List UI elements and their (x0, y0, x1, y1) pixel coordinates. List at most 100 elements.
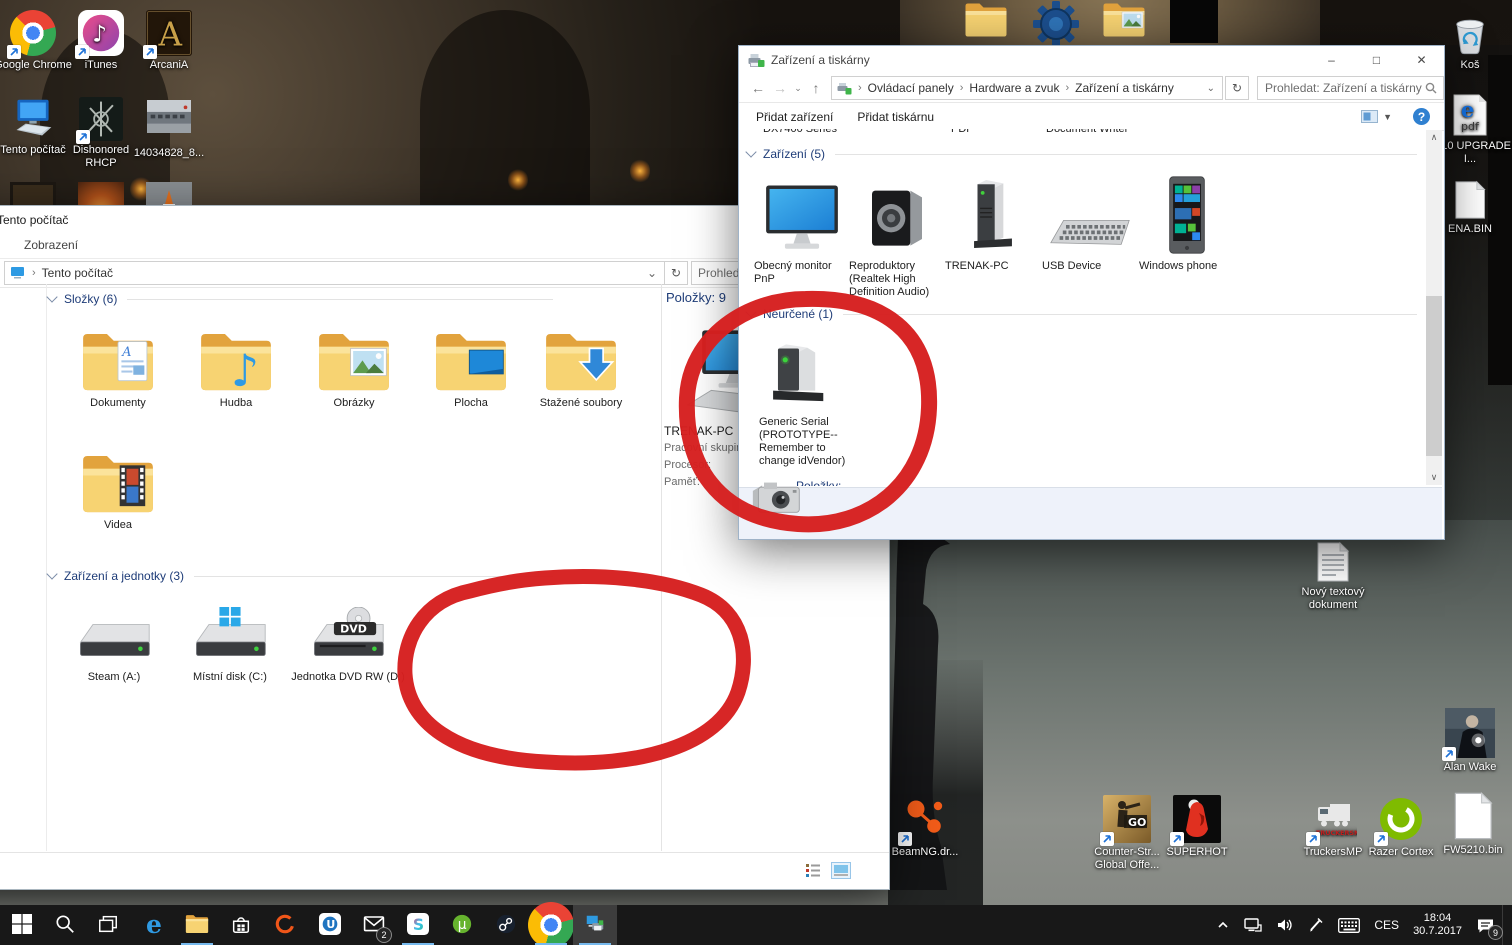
help-icon[interactable]: ? (1413, 108, 1430, 125)
forward-button[interactable]: → (769, 80, 791, 96)
view-options-dropdown-icon[interactable]: ▼ (1383, 112, 1392, 122)
folder-item-obr-zky[interactable]: Obrázky (299, 312, 409, 410)
dp-devices-section-title: Zařízení (5) (763, 147, 826, 161)
desktop-icon-folder-plain[interactable] (962, 0, 1010, 44)
folder-item-dokumenty[interactable]: A Dokumenty (63, 312, 173, 410)
dp-address-bar[interactable]: › Ovládací panely › Hardware a zvuk › Za… (831, 76, 1223, 100)
device-item-obecn[interactable]: Obecný monitor PnP (754, 169, 850, 286)
drive-item-steam-a[interactable]: Steam (A:) (57, 604, 171, 684)
device-item-windows[interactable]: Windows phone (1139, 169, 1235, 273)
taskbar-steam-button[interactable] (484, 905, 528, 945)
folder-item-hudba[interactable]: ♪ Hudba (181, 312, 291, 410)
desktop-icon-binfile[interactable]: FW5210.bin (1428, 791, 1512, 857)
taskbar-store-button[interactable] (219, 905, 263, 945)
touch-keyboard-icon[interactable] (1331, 905, 1367, 945)
taskbar-taskview-button[interactable] (86, 905, 130, 945)
maximize-button[interactable]: □ (1354, 46, 1399, 74)
up-button[interactable]: ↑ (805, 80, 827, 96)
folder-item-plocha[interactable]: Plocha (416, 312, 526, 410)
minimize-button[interactable]: – (1309, 46, 1354, 74)
taskbar-search-button[interactable] (43, 905, 87, 945)
add-device-button[interactable]: Přidat zařízení (756, 110, 833, 124)
address-text: Tento počítač (41, 266, 114, 280)
refresh-button[interactable]: ↻ (664, 261, 688, 285)
dp-scrollbar[interactable]: ∧ ∨ (1426, 130, 1442, 485)
folder-icon-folder-desktop (416, 312, 526, 396)
device-item-generic-serial[interactable]: Generic Serial (PROTOTYPE--Remember to c… (759, 329, 863, 468)
drive-label: Steam (A:) (87, 671, 141, 683)
clock[interactable]: 18:04 30.7.2017 (1406, 905, 1469, 945)
desktop-icon-arcania[interactable]: A ArcaniA (124, 10, 214, 72)
scroll-up-icon[interactable]: ∧ (1426, 132, 1442, 143)
device-item-usb[interactable]: USB Device (1042, 169, 1138, 273)
device-item-trenak-pc[interactable]: TRENAK-PC (945, 169, 1041, 273)
add-printer-button[interactable]: Přidat tiskárnu (857, 110, 934, 124)
desktop-icon-blacktile[interactable] (1170, 0, 1218, 44)
drive-item-jednotka-dvd-rw-d[interactable]: DVD Jednotka DVD RW (D:) (291, 604, 405, 684)
view-options-icon[interactable] (1361, 110, 1379, 123)
folder-item-videa[interactable]: Videa (63, 434, 173, 532)
device-icon-phone (1139, 169, 1235, 255)
explorer-search-text: Prohled (698, 266, 740, 280)
desktop-icon-textfile[interactable]: Nový textový dokument (1288, 541, 1378, 612)
close-button[interactable]: ✕ (1399, 46, 1444, 74)
chevron-down-icon[interactable] (46, 291, 58, 303)
dp-devices-section-header[interactable]: Zařízení (5) (745, 146, 1417, 161)
desktop-icon-folder-pic[interactable] (1100, 0, 1148, 44)
clock-time: 18:04 (1423, 912, 1452, 924)
address-dropdown-icon[interactable]: ⌄ (647, 266, 665, 280)
show-desktop-button[interactable] (1502, 905, 1508, 945)
taskbar-edge-button[interactable]: e (132, 905, 176, 945)
folder-item-sta-en-soubory[interactable]: Stažené soubory (526, 312, 636, 410)
chevron-down-icon[interactable] (745, 146, 757, 158)
windows-ink-icon[interactable] (1301, 905, 1331, 945)
explorer-address-bar[interactable]: › Tento počítač ⌄ (4, 261, 666, 285)
crumb-hardware-sound[interactable]: Hardware a zvuk (969, 81, 1059, 95)
drives-section-header[interactable]: Zařízení a jednotky (3) (46, 568, 553, 583)
icon-itunes-icon: ♪ (75, 10, 124, 59)
taskbar-slack-button[interactable]: S (396, 905, 440, 945)
thumbnail-view-icon[interactable] (831, 862, 851, 879)
taskbar-utorrent-button[interactable]: µ (440, 905, 484, 945)
taskbar-mail-button[interactable]: 2 (352, 905, 396, 945)
device-item-reproduktory[interactable]: Reproduktory (Realtek High Definition Au… (849, 169, 945, 299)
desktop-icon-photo[interactable]: 14034828_8... (124, 100, 214, 160)
taskbar-explorer-button[interactable] (175, 905, 219, 945)
scroll-down-icon[interactable]: ∨ (1426, 472, 1442, 483)
tab-view[interactable]: Zobrazení (24, 238, 78, 252)
drive-item-m-stn-disk-c[interactable]: Místní disk (C:) (173, 604, 287, 684)
dp-unspecified-section-header[interactable]: Neurčené (1) (745, 306, 1417, 321)
desktop-icon-beamng[interactable]: BeamNG.dr... (880, 795, 970, 859)
dp-titlebar[interactable]: Zařízení a tiskárny – □ ✕ (739, 46, 1444, 74)
language-indicator[interactable]: CES (1367, 905, 1406, 945)
folders-section-header[interactable]: Složky (6) (46, 291, 553, 306)
desktop-icon-alanwake[interactable]: Alan Wake (1425, 708, 1512, 774)
store-icon (230, 913, 252, 938)
back-button[interactable]: ← (747, 80, 769, 96)
desktop-icon-cheatengine[interactable] (1032, 0, 1080, 47)
address-dropdown-icon[interactable]: ⌄ (1207, 83, 1222, 94)
folder-icon-folder-music: ♪ (181, 312, 291, 396)
details-view-icon[interactable] (805, 863, 821, 878)
volume-icon[interactable] (1269, 905, 1301, 945)
chevron-down-icon[interactable] (46, 568, 58, 580)
taskbar-start-button[interactable] (0, 905, 44, 945)
dp-scrollbar-thumb[interactable] (1426, 296, 1442, 456)
network-icon[interactable] (1237, 905, 1269, 945)
folder-label: Plocha (454, 397, 488, 409)
tray-chevron-icon[interactable] (1209, 905, 1237, 945)
taskbar-devices-window-button[interactable] (573, 905, 617, 945)
desktop-icon-superhot[interactable]: SUPERHOT (1152, 795, 1242, 859)
action-center-icon[interactable]: 9 (1469, 905, 1503, 945)
crumb-control-panel[interactable]: Ovládací panely (868, 81, 954, 95)
taskbar-origin-button[interactable] (263, 905, 307, 945)
dp-refresh-button[interactable]: ↻ (1225, 76, 1249, 100)
taskbar-chrome-button[interactable] (528, 902, 574, 945)
dp-search-box[interactable]: Prohledat: Zařízení a tiskárny (1257, 76, 1444, 100)
nav-history-icon[interactable]: ⌄ (791, 83, 805, 94)
system-tray: CES 18:04 30.7.2017 9 (1209, 905, 1508, 945)
crumb-devices-printers[interactable]: Zařízení a tiskárny (1075, 81, 1174, 95)
devices-printers-window: Zařízení a tiskárny – □ ✕ ← → ⌄ ↑ › Ovlá… (738, 45, 1445, 540)
taskbar-uplay-button[interactable]: U (308, 905, 352, 945)
chevron-down-icon[interactable] (745, 306, 757, 318)
